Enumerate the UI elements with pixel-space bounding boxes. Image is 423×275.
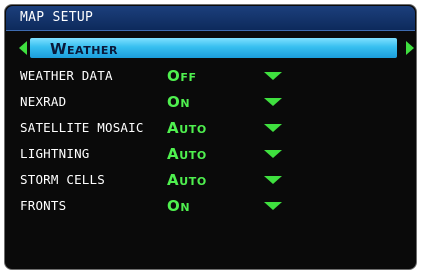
setting-label: WEATHER DATA (20, 68, 113, 83)
setting-label: SATELLITE MOSAIC (20, 120, 144, 135)
left-arrow-icon[interactable] (19, 41, 27, 55)
setting-label: FRONTS (20, 198, 67, 213)
setting-value[interactable]: Auto (167, 145, 207, 163)
map-group-selector[interactable]: Weather (14, 37, 416, 59)
selector-field[interactable]: Weather (30, 38, 397, 58)
setting-row-lightning[interactable]: LIGHTNING Auto (0, 144, 423, 164)
setting-value[interactable]: Auto (167, 119, 207, 137)
setting-value[interactable]: On (167, 197, 190, 215)
dropdown-arrow-icon[interactable] (264, 150, 282, 158)
setting-row-satellite-mosaic[interactable]: SATELLITE MOSAIC Auto (0, 118, 423, 138)
selector-value: Weather (50, 40, 118, 58)
page-title: MAP SETUP (20, 10, 94, 25)
setting-value[interactable]: Auto (167, 171, 207, 189)
dropdown-arrow-icon[interactable] (264, 176, 282, 184)
setting-row-storm-cells[interactable]: STORM CELLS Auto (0, 170, 423, 190)
setting-value[interactable]: On (167, 93, 190, 111)
right-arrow-icon[interactable] (406, 41, 414, 55)
setting-label: STORM CELLS (20, 172, 105, 187)
setting-row-weather-data[interactable]: WEATHER DATA Off (0, 66, 423, 86)
dropdown-arrow-icon[interactable] (264, 124, 282, 132)
setting-label: LIGHTNING (20, 146, 90, 161)
setting-row-nexrad[interactable]: NEXRAD On (0, 92, 423, 112)
setting-value[interactable]: Off (167, 67, 197, 85)
dropdown-arrow-icon[interactable] (264, 98, 282, 106)
setting-label: NEXRAD (20, 94, 67, 109)
dropdown-arrow-icon[interactable] (264, 72, 282, 80)
dropdown-arrow-icon[interactable] (264, 202, 282, 210)
setting-row-fronts[interactable]: FRONTS On (0, 196, 423, 216)
